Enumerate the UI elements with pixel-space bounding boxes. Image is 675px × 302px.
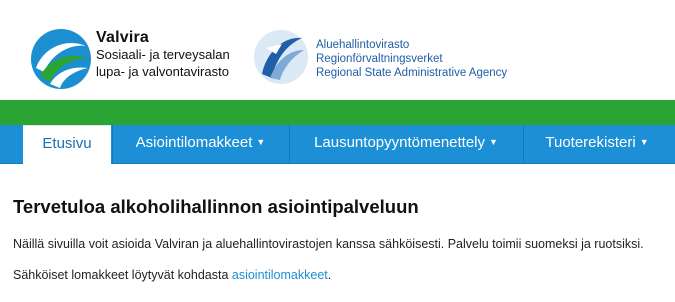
valvira-tagline-2: lupa- ja valvontavirasto: [96, 64, 229, 79]
nav-item-label: Lausuntopyyntömenettely: [314, 134, 486, 151]
caret-down-icon: ▼: [489, 137, 498, 147]
avi-name-sv: Regionförvaltningsverket: [316, 53, 443, 65]
intro-paragraph: Näillä sivuilla voit asioida Valviran ja…: [13, 237, 644, 251]
nav-item-label: Asiointilomakkeet: [135, 134, 253, 151]
valvira-wordmark: Valvira Sosiaali- ja terveysalan lupa- j…: [96, 29, 230, 80]
nav-item-lausuntopyyntomenettely[interactable]: Lausuntopyyntömenettely ▼: [290, 125, 522, 163]
nav-item-asiointilomakkeet[interactable]: Asiointilomakkeet ▼: [113, 125, 288, 163]
forms-paragraph: Sähköiset lomakkeet löytyvät kohdasta as…: [13, 268, 331, 282]
avi-wordmark: Aluehallintovirasto Regionförvaltningsve…: [316, 38, 507, 80]
green-band: [0, 100, 675, 125]
site-header: Valvira Sosiaali- ja terveysalan lupa- j…: [0, 0, 675, 100]
avi-logo-icon[interactable]: [252, 28, 310, 86]
caret-down-icon: ▼: [256, 137, 266, 147]
valvira-name: Valvira: [96, 29, 150, 46]
valvira-tagline-1: Sosiaali- ja terveysalan: [96, 47, 230, 62]
asiointilomakkeet-link[interactable]: asiointilomakkeet: [232, 268, 328, 282]
valvira-logo-icon[interactable]: [30, 28, 92, 90]
page-title: Tervetuloa alkoholihallinnon asiointipal…: [13, 196, 419, 217]
avi-name-en: Regional State Administrative Agency: [316, 67, 508, 79]
avi-name-fi: Aluehallintovirasto: [316, 39, 410, 51]
nav-item-tuoterekisteri[interactable]: Tuoterekisteri ▼: [524, 125, 670, 163]
nav-item-label: Tuoterekisteri: [545, 134, 636, 151]
caret-down-icon: ▼: [639, 137, 649, 147]
forms-paragraph-prefix: Sähköiset lomakkeet löytyvät kohdasta: [13, 268, 232, 282]
nav-item-label: Etusivu: [42, 135, 92, 152]
forms-paragraph-suffix: .: [327, 268, 332, 282]
nav-item-etusivu[interactable]: Etusivu: [23, 125, 111, 165]
